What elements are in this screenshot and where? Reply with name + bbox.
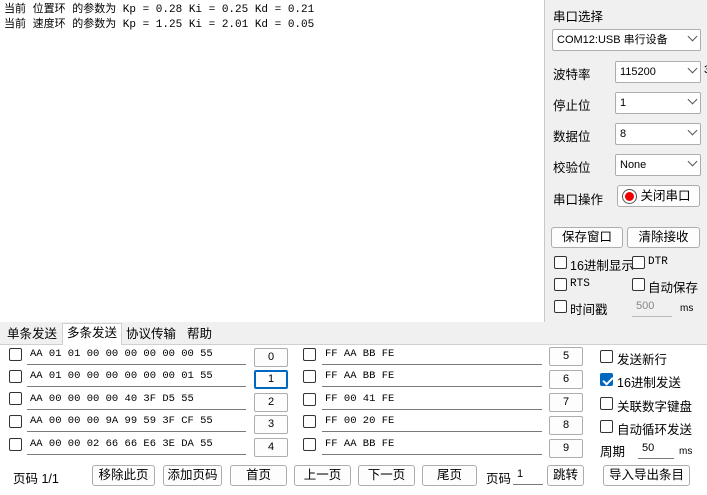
row-checkbox[interactable] bbox=[303, 438, 316, 451]
red-light-icon bbox=[623, 190, 636, 203]
dtr-checkbox[interactable] bbox=[632, 256, 645, 269]
send-index-button[interactable]: 2 bbox=[254, 393, 288, 412]
auto-loop-label: 自动循环发送 bbox=[617, 423, 693, 437]
stop-bits-label: 停止位 bbox=[553, 99, 591, 113]
send-entry-input[interactable]: FF 00 41 FE bbox=[322, 390, 542, 410]
tab-protocol[interactable]: 协议传输 bbox=[122, 325, 180, 345]
parity-label: 校验位 bbox=[553, 161, 591, 175]
rts-label: RTS bbox=[570, 278, 590, 290]
tab-single-send[interactable]: 单条发送 bbox=[3, 325, 61, 345]
send-index-button[interactable]: 8 bbox=[549, 416, 583, 435]
chevron-down-icon bbox=[687, 31, 698, 42]
row-checkbox[interactable] bbox=[9, 415, 22, 428]
parity-select[interactable]: None bbox=[615, 154, 701, 176]
port-label: 串口选择 bbox=[553, 10, 604, 24]
timestamp-unit: ms bbox=[680, 303, 694, 314]
chevron-down-icon bbox=[687, 156, 698, 167]
send-index-button[interactable]: 0 bbox=[254, 348, 288, 367]
page-code-label: 页码 1/1 bbox=[13, 472, 59, 486]
send-index-button[interactable]: 9 bbox=[549, 439, 583, 458]
period-unit: ms bbox=[679, 446, 693, 457]
period-label: 周期 bbox=[600, 445, 626, 459]
row-checkbox[interactable] bbox=[303, 393, 316, 406]
baud-select[interactable]: 115200 bbox=[615, 61, 701, 83]
send-entry-input[interactable]: FF 00 20 FE bbox=[322, 412, 542, 432]
timestamp-input[interactable]: 500 bbox=[632, 297, 672, 317]
serial-settings-panel: 串口选择 COM12:USB 串行设备 波特率 115200 3 停止位 1 数… bbox=[545, 0, 707, 322]
hex-send-label: 16进制发送 bbox=[617, 376, 681, 390]
row-checkbox[interactable] bbox=[303, 370, 316, 383]
port-select[interactable]: COM12:USB 串行设备 bbox=[552, 29, 701, 51]
auto-save-checkbox[interactable] bbox=[632, 278, 645, 291]
send-entry-input[interactable]: AA 00 00 00 00 40 3F D5 55 bbox=[27, 390, 246, 410]
row-checkbox[interactable] bbox=[9, 370, 22, 383]
send-entry-input[interactable]: AA 00 00 00 9A 99 59 3F CF 55 bbox=[27, 412, 246, 432]
period-input[interactable]: 50 bbox=[638, 439, 674, 459]
rts-checkbox[interactable] bbox=[554, 278, 567, 291]
hex-send-checkbox[interactable] bbox=[600, 373, 613, 386]
send-index-button[interactable]: 5 bbox=[549, 347, 583, 366]
receive-textarea[interactable]: 当前 位置环 的参数为 Kp = 0.28 Ki = 0.25 Kd = 0.2… bbox=[0, 0, 545, 322]
data-bits-label: 数据位 bbox=[553, 130, 591, 144]
keypad-checkbox[interactable] bbox=[600, 397, 613, 410]
save-window-button[interactable]: 保存窗口 bbox=[551, 227, 623, 248]
chevron-down-icon bbox=[687, 125, 698, 136]
dtr-label: DTR bbox=[648, 256, 668, 268]
send-index-button[interactable]: 6 bbox=[549, 370, 583, 389]
send-index-button[interactable]: 1 bbox=[254, 370, 288, 389]
tab-help[interactable]: 帮助 bbox=[183, 325, 216, 345]
add-page-button[interactable]: 添加页码 bbox=[163, 465, 222, 486]
row-checkbox[interactable] bbox=[9, 348, 22, 361]
send-entry-input[interactable]: FF AA BB FE bbox=[322, 367, 542, 387]
send-entry-input[interactable]: FF AA BB FE bbox=[322, 345, 542, 365]
data-bits-select[interactable]: 8 bbox=[615, 123, 701, 145]
first-page-button[interactable]: 首页 bbox=[230, 465, 287, 486]
send-tabs: 单条发送 多条发送 协议传输 帮助 bbox=[0, 323, 707, 345]
prev-page-button[interactable]: 上一页 bbox=[294, 465, 351, 486]
send-entry-input[interactable]: AA 00 00 02 66 66 E6 3E DA 55 bbox=[27, 435, 246, 455]
send-entry-input[interactable]: AA 01 00 00 00 00 00 00 01 55 bbox=[27, 367, 246, 387]
row-checkbox[interactable] bbox=[9, 392, 22, 405]
jump-button[interactable]: 跳转 bbox=[547, 465, 584, 486]
row-checkbox[interactable] bbox=[9, 438, 22, 451]
send-newline-checkbox[interactable] bbox=[600, 350, 613, 363]
close-port-button[interactable]: 关闭串口 bbox=[617, 185, 700, 207]
chevron-down-icon bbox=[687, 94, 698, 105]
multi-send-panel: AA 01 01 00 00 00 00 00 00 55 0 AA 01 00… bbox=[0, 345, 707, 495]
send-entry-input[interactable]: FF AA BB FE bbox=[322, 435, 542, 455]
send-index-button[interactable]: 4 bbox=[254, 438, 288, 457]
receive-line: 当前 位置环 的参数为 Kp = 0.28 Ki = 0.25 Kd = 0.2… bbox=[4, 4, 315, 16]
send-index-button[interactable]: 7 bbox=[549, 393, 583, 412]
baud-label: 波特率 bbox=[553, 68, 591, 82]
send-entry-input[interactable]: AA 01 01 00 00 00 00 00 00 55 bbox=[27, 345, 246, 365]
tab-multi-send[interactable]: 多条发送 bbox=[62, 323, 123, 345]
send-newline-label: 发送新行 bbox=[617, 353, 668, 367]
row-checkbox[interactable] bbox=[303, 415, 316, 428]
import-export-button[interactable]: 导入导出条目 bbox=[603, 465, 690, 486]
send-index-button[interactable]: 3 bbox=[254, 415, 288, 434]
next-page-button[interactable]: 下一页 bbox=[358, 465, 415, 486]
last-page-button[interactable]: 尾页 bbox=[422, 465, 477, 486]
remove-page-button[interactable]: 移除此页 bbox=[92, 465, 155, 486]
clear-receive-button[interactable]: 清除接收 bbox=[627, 227, 700, 248]
receive-line: 当前 速度环 的参数为 Kp = 1.25 Ki = 2.01 Kd = 0.0… bbox=[4, 19, 315, 31]
row-checkbox[interactable] bbox=[303, 348, 316, 361]
hex-display-checkbox[interactable] bbox=[554, 256, 567, 269]
auto-loop-checkbox[interactable] bbox=[600, 420, 613, 433]
keypad-label: 关联数字键盘 bbox=[617, 400, 693, 414]
serial-op-label: 串口操作 bbox=[553, 193, 604, 207]
timestamp-checkbox[interactable] bbox=[554, 300, 567, 313]
stop-bits-select[interactable]: 1 bbox=[615, 92, 701, 114]
timestamp-label: 时间戳 bbox=[570, 303, 608, 317]
auto-save-label: 自动保存 bbox=[648, 281, 699, 295]
page-input-label: 页码 bbox=[486, 472, 512, 486]
chevron-down-icon bbox=[687, 63, 698, 74]
hex-display-label: 16进制显示 bbox=[570, 259, 634, 273]
page-input[interactable]: 1 bbox=[513, 465, 543, 485]
